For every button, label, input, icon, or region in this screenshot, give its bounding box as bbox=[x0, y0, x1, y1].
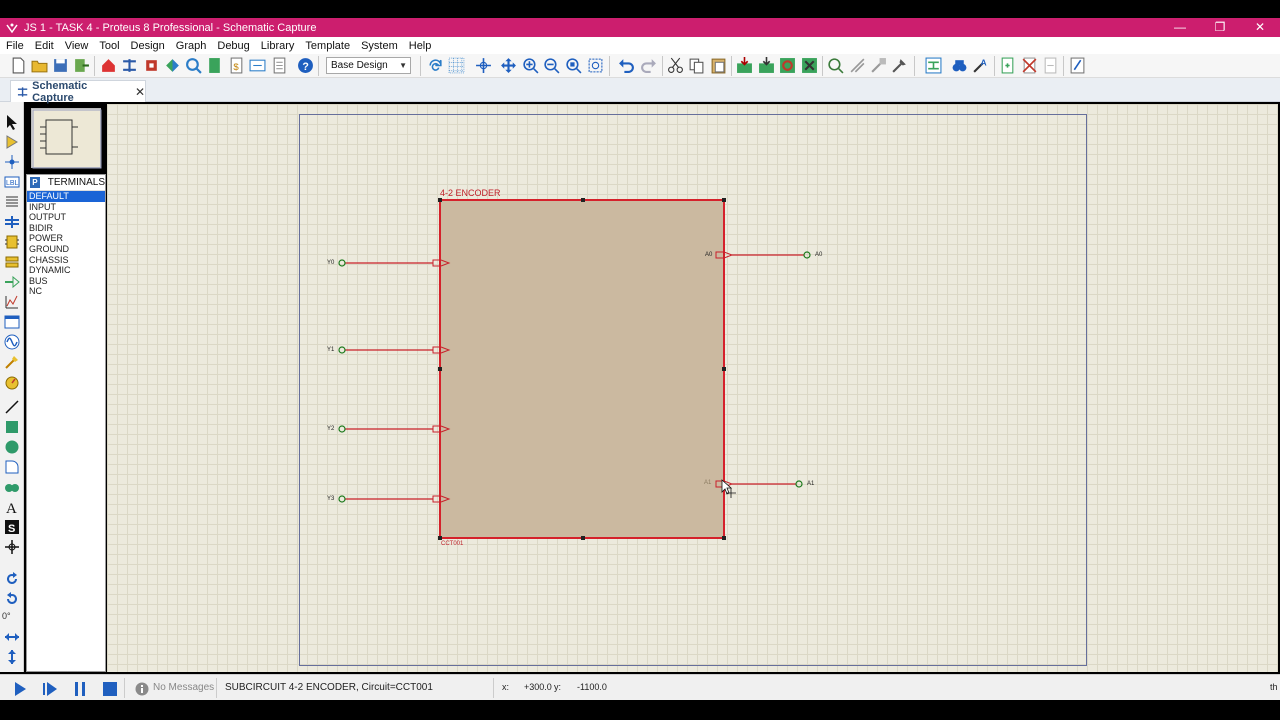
pin-label-a1: A1 bbox=[704, 480, 712, 486]
coordinate-y-label: y: bbox=[554, 682, 562, 692]
block-handle[interactable] bbox=[438, 367, 442, 371]
status-right-text: th bbox=[1270, 682, 1278, 692]
output-terminal[interactable] bbox=[795, 480, 803, 488]
block-handle[interactable] bbox=[581, 198, 585, 202]
output-label-a1: A1 bbox=[807, 481, 815, 487]
input-net-y1[interactable] bbox=[338, 346, 451, 354]
info-icon[interactable] bbox=[135, 682, 149, 696]
block-handle[interactable] bbox=[722, 367, 726, 371]
input-port[interactable] bbox=[432, 346, 441, 354]
subcircuit-title: 4-2 ENCODER bbox=[440, 188, 501, 198]
stop-icon[interactable] bbox=[102, 681, 118, 697]
input-net-y3[interactable] bbox=[338, 495, 451, 503]
block-handle[interactable] bbox=[722, 198, 726, 202]
input-label-y1: Y1 bbox=[327, 347, 335, 353]
input-port[interactable] bbox=[432, 495, 441, 503]
input-label-y3: Y3 bbox=[327, 496, 335, 502]
input-port[interactable] bbox=[432, 259, 441, 267]
selection-status: SUBCIRCUIT 4-2 ENCODER, Circuit=CCT001 bbox=[225, 682, 433, 693]
coordinate-y-value: -1100.0 bbox=[577, 682, 607, 692]
input-terminal[interactable] bbox=[338, 495, 346, 503]
messages-status[interactable]: No Messages bbox=[153, 682, 214, 693]
block-handle[interactable] bbox=[581, 536, 585, 540]
output-terminal[interactable] bbox=[803, 251, 811, 259]
status-bar: No Messages SUBCIRCUIT 4-2 ENCODER, Circ… bbox=[0, 674, 1280, 700]
subcircuit-reference: CCT001 bbox=[441, 541, 464, 547]
subcircuit-block[interactable] bbox=[439, 199, 725, 539]
input-net-y0[interactable] bbox=[338, 259, 451, 267]
input-label-y2: Y2 bbox=[327, 426, 335, 432]
letterbox-bottom bbox=[0, 700, 1280, 720]
block-handle[interactable] bbox=[722, 536, 726, 540]
coordinate-x-label: x: bbox=[502, 682, 510, 692]
input-port[interactable] bbox=[432, 425, 441, 433]
play-icon[interactable] bbox=[12, 681, 28, 697]
output-net-a0[interactable] bbox=[715, 251, 811, 259]
input-label-y0: Y0 bbox=[327, 260, 335, 266]
schematic-drawing bbox=[338, 198, 811, 540]
output-label-a0: A0 bbox=[815, 252, 823, 258]
block-handle[interactable] bbox=[438, 198, 442, 202]
input-net-y2[interactable] bbox=[338, 425, 451, 433]
coordinate-x-value: +300.0 bbox=[524, 682, 552, 692]
block-handle[interactable] bbox=[438, 536, 442, 540]
input-terminal[interactable] bbox=[338, 346, 346, 354]
pause-icon[interactable] bbox=[72, 681, 88, 697]
input-terminal[interactable] bbox=[338, 425, 346, 433]
input-terminal[interactable] bbox=[338, 259, 346, 267]
pin-label-a0: A0 bbox=[705, 252, 713, 258]
step-icon[interactable] bbox=[42, 681, 58, 697]
